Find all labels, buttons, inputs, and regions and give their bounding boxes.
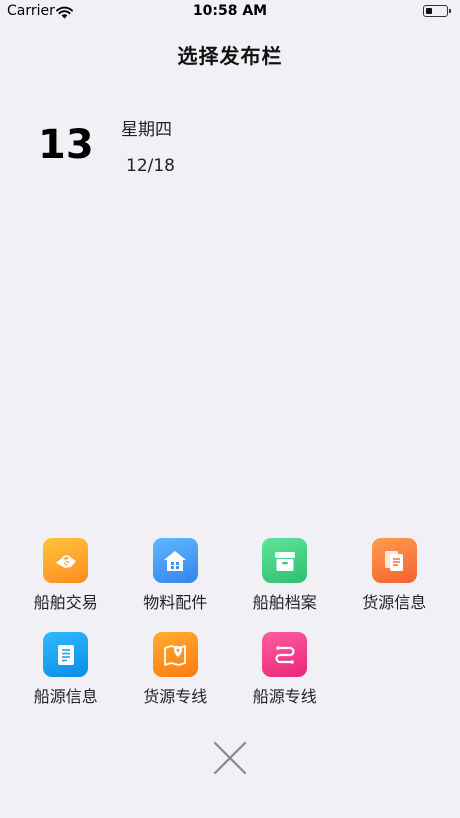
battery-level: [425, 7, 432, 14]
documents-icon: [371, 538, 417, 583]
handshake-icon: [43, 538, 89, 583]
route-icon: [262, 632, 308, 677]
menu-item-document-list[interactable]: 船源信息: [11, 632, 121, 726]
menu-item-handshake[interactable]: 船舶交易: [11, 538, 121, 632]
month-day-label: 12/18: [126, 156, 175, 176]
publish-selector-screen: Carrier 10:58 AM 选择发布栏 13 星期四 12/18 船舶交易…: [0, 0, 460, 818]
menu-item-label: 船舶交易: [33, 593, 98, 612]
menu-item-label: 物料配件: [143, 593, 208, 612]
archive-box-icon: [262, 538, 308, 583]
day-number: 13: [38, 122, 94, 168]
menu-item-documents[interactable]: 货源信息: [340, 538, 450, 632]
document-list-icon: [43, 632, 89, 677]
menu-row: 船源信息 货源专线 船源专线: [11, 632, 449, 726]
battery-icon: [423, 5, 451, 17]
publish-menu-grid: 船舶交易 物料配件 船舶档案 货源信息船源信息 货源专线 船源专线: [11, 538, 449, 726]
menu-item-house[interactable]: 物料配件: [121, 538, 231, 632]
close-button[interactable]: [209, 737, 251, 779]
menu-row: 船舶交易 物料配件 船舶档案 货源信息: [11, 538, 449, 632]
weekday-label: 星期四: [121, 120, 172, 140]
menu-item-label: 船源信息: [33, 687, 98, 706]
menu-item-label: 船源专线: [252, 687, 317, 706]
menu-item-map-pin[interactable]: 货源专线: [121, 632, 231, 726]
page-title: 选择发布栏: [177, 44, 283, 68]
house-icon: [152, 538, 198, 583]
close-icon: [213, 741, 247, 775]
menu-item-archive-box[interactable]: 船舶档案: [230, 538, 340, 632]
menu-item-route[interactable]: 船源专线: [230, 632, 340, 726]
menu-item-label: 货源专线: [143, 687, 208, 706]
map-pin-icon: [152, 632, 198, 677]
status-time: 10:58 AM: [192, 3, 268, 19]
menu-item-label: 货源信息: [362, 593, 427, 612]
menu-item-label: 船舶档案: [252, 593, 317, 612]
status-bar: Carrier 10:58 AM: [0, 0, 460, 24]
